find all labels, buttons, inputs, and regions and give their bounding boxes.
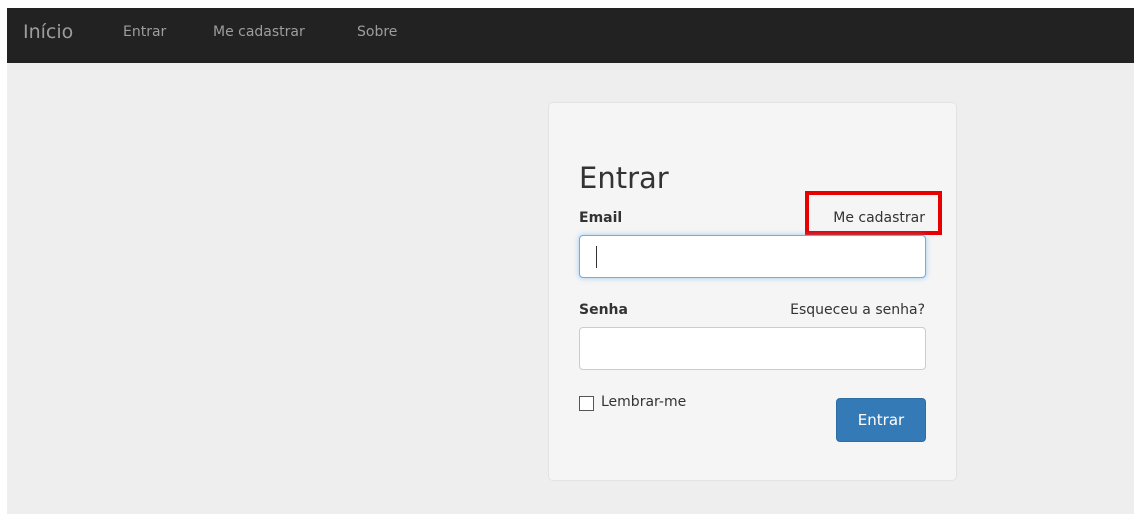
nav-link-entrar[interactable]: Entrar — [123, 24, 166, 40]
email-input[interactable] — [579, 235, 926, 278]
highlight-box — [805, 191, 942, 235]
nav-link-sobre[interactable]: Sobre — [357, 24, 397, 40]
password-label: Senha — [579, 302, 628, 318]
login-panel: Entrar Email Me cadastrar Senha Esqueceu… — [548, 102, 957, 481]
forgot-password-link[interactable]: Esqueceu a senha? — [790, 302, 925, 318]
password-input[interactable] — [579, 327, 926, 370]
remember-me-label: Lembrar-me — [601, 394, 687, 410]
nav-link-me-cadastrar[interactable]: Me cadastrar — [213, 24, 305, 40]
email-label: Email — [579, 210, 623, 226]
submit-button[interactable]: Entrar — [836, 398, 926, 442]
remember-me-checkbox[interactable] — [579, 396, 594, 411]
top-navbar: Início Entrar Me cadastrar Sobre — [7, 8, 1134, 63]
text-caret — [596, 246, 597, 268]
nav-brand-home[interactable]: Início — [23, 21, 73, 43]
login-title: Entrar — [579, 161, 669, 195]
page: Início Entrar Me cadastrar Sobre Entrar … — [7, 8, 1134, 514]
